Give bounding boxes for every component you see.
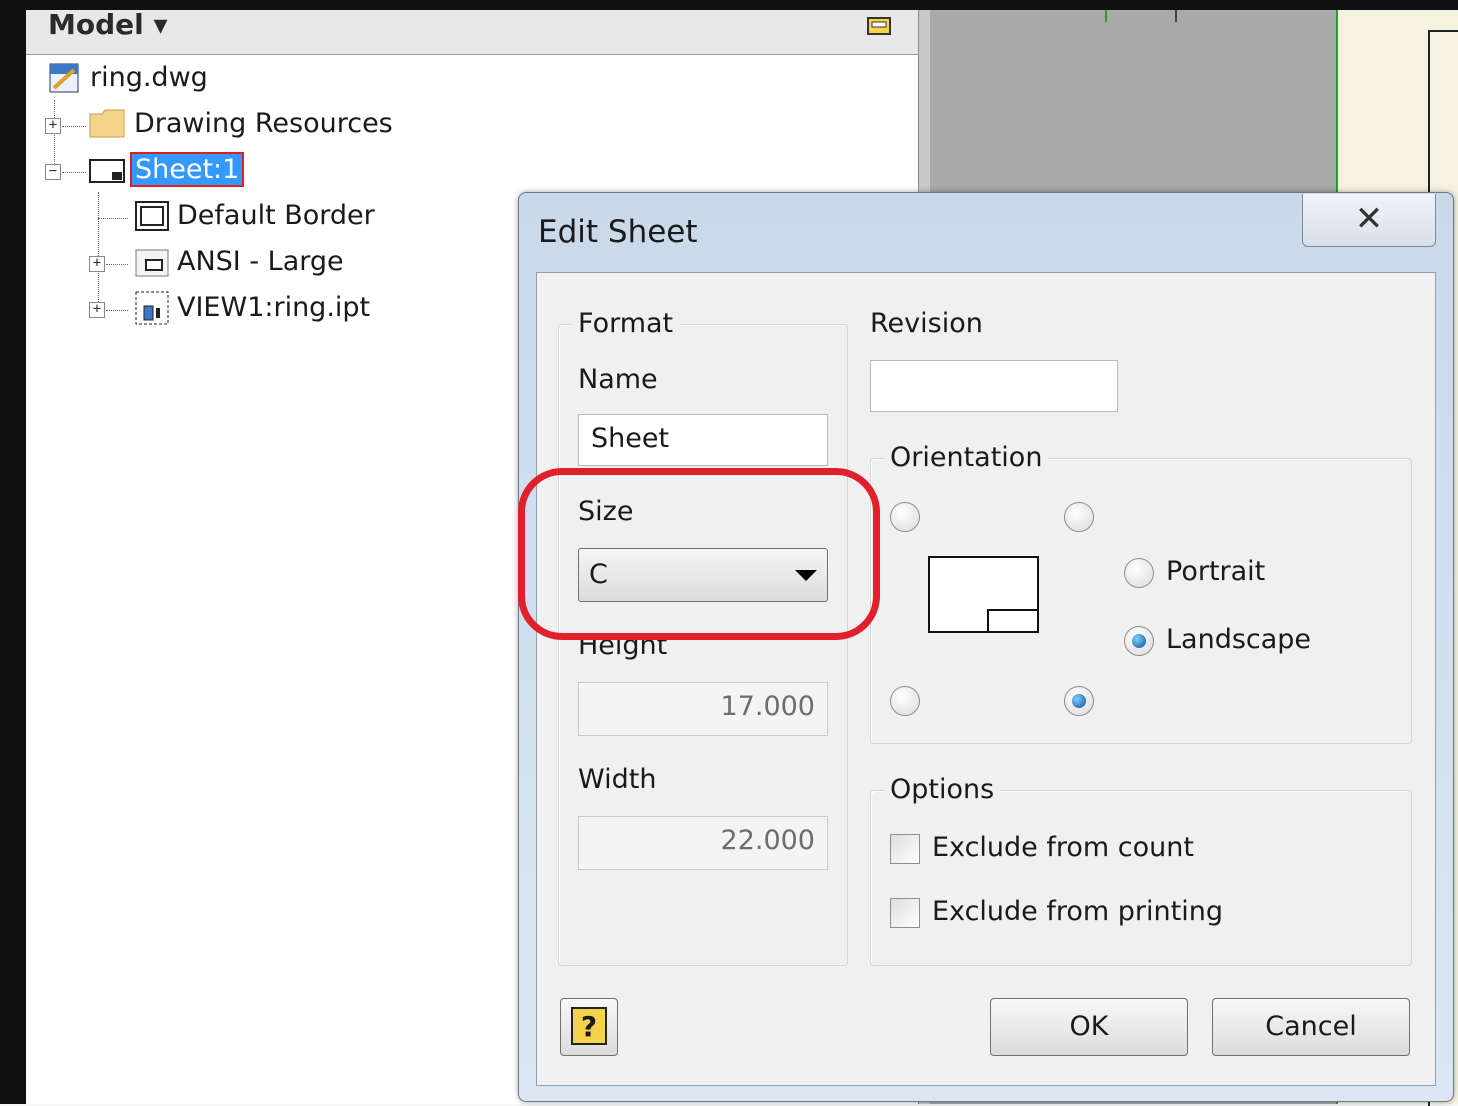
corner-top-left-radio[interactable] — [890, 502, 920, 532]
border-icon — [134, 200, 170, 232]
window-frame-top — [0, 0, 1458, 10]
orientation-preview — [928, 556, 1040, 634]
portrait-label[interactable]: Portrait — [1166, 556, 1265, 587]
expand-icon[interactable]: + — [89, 256, 105, 272]
options-group-label: Options — [884, 774, 1001, 805]
ok-button[interactable]: OK — [990, 998, 1188, 1056]
tree-guide — [62, 126, 86, 127]
width-label: Width — [578, 764, 657, 795]
window-frame-left — [0, 0, 26, 1104]
cancel-button[interactable]: Cancel — [1212, 998, 1410, 1056]
name-input[interactable]: Sheet — [578, 414, 828, 466]
exclude-printing-label[interactable]: Exclude from printing — [932, 896, 1223, 927]
tree-node-root[interactable]: ring.dwg — [90, 62, 208, 93]
corner-bottom-left-radio[interactable] — [890, 686, 920, 716]
expand-icon[interactable]: + — [89, 302, 105, 318]
tree-node-default-border[interactable]: Default Border — [177, 200, 375, 231]
close-button[interactable]: ✕ — [1302, 194, 1436, 247]
tree-node-view[interactable]: VIEW1:ring.ipt — [177, 292, 370, 323]
portrait-radio[interactable] — [1124, 558, 1154, 588]
name-label: Name — [578, 364, 658, 395]
tree-guide — [98, 192, 99, 312]
browser-title[interactable]: Model ▾ — [48, 8, 168, 41]
height-input: 17.000 — [578, 682, 828, 736]
corner-bottom-right-radio[interactable] — [1064, 686, 1094, 716]
title-block-icon — [134, 248, 170, 278]
close-icon: ✕ — [1354, 199, 1384, 239]
exclude-count-checkbox[interactable] — [890, 834, 920, 864]
exclude-count-label[interactable]: Exclude from count — [932, 832, 1194, 863]
sheet-icon — [88, 156, 126, 186]
find-icon[interactable] — [866, 14, 898, 36]
tree-guide — [62, 172, 86, 173]
folder-icon — [88, 106, 126, 140]
expand-icon[interactable]: + — [45, 118, 61, 134]
annotation-highlight — [518, 468, 880, 640]
help-icon: ? — [571, 1007, 607, 1045]
drawing-file-icon — [48, 62, 80, 94]
tree-guide — [106, 310, 128, 311]
options-group — [870, 790, 1412, 966]
revision-input[interactable] — [870, 360, 1118, 412]
tree-guide — [98, 218, 128, 219]
sheet-edge-mark — [1175, 10, 1177, 22]
landscape-radio[interactable] — [1124, 626, 1154, 656]
tree-node-sheet[interactable]: Sheet:1 — [129, 152, 245, 187]
format-group-label: Format — [572, 308, 680, 339]
sheet-edge-mark — [1105, 10, 1107, 22]
tree-guide — [106, 264, 128, 265]
width-input: 22.000 — [578, 816, 828, 870]
collapse-icon[interactable]: − — [45, 164, 61, 180]
drawing-view-icon — [134, 290, 170, 326]
orientation-group-label: Orientation — [884, 442, 1049, 473]
landscape-label[interactable]: Landscape — [1166, 624, 1311, 655]
dialog-title: Edit Sheet — [538, 214, 698, 250]
revision-label: Revision — [870, 308, 983, 339]
tree-node-title-block[interactable]: ANSI - Large — [177, 246, 344, 277]
exclude-printing-checkbox[interactable] — [890, 898, 920, 928]
help-button[interactable]: ? — [560, 998, 618, 1056]
corner-top-right-radio[interactable] — [1064, 502, 1094, 532]
tree-node-drawing-resources[interactable]: Drawing Resources — [134, 108, 393, 139]
